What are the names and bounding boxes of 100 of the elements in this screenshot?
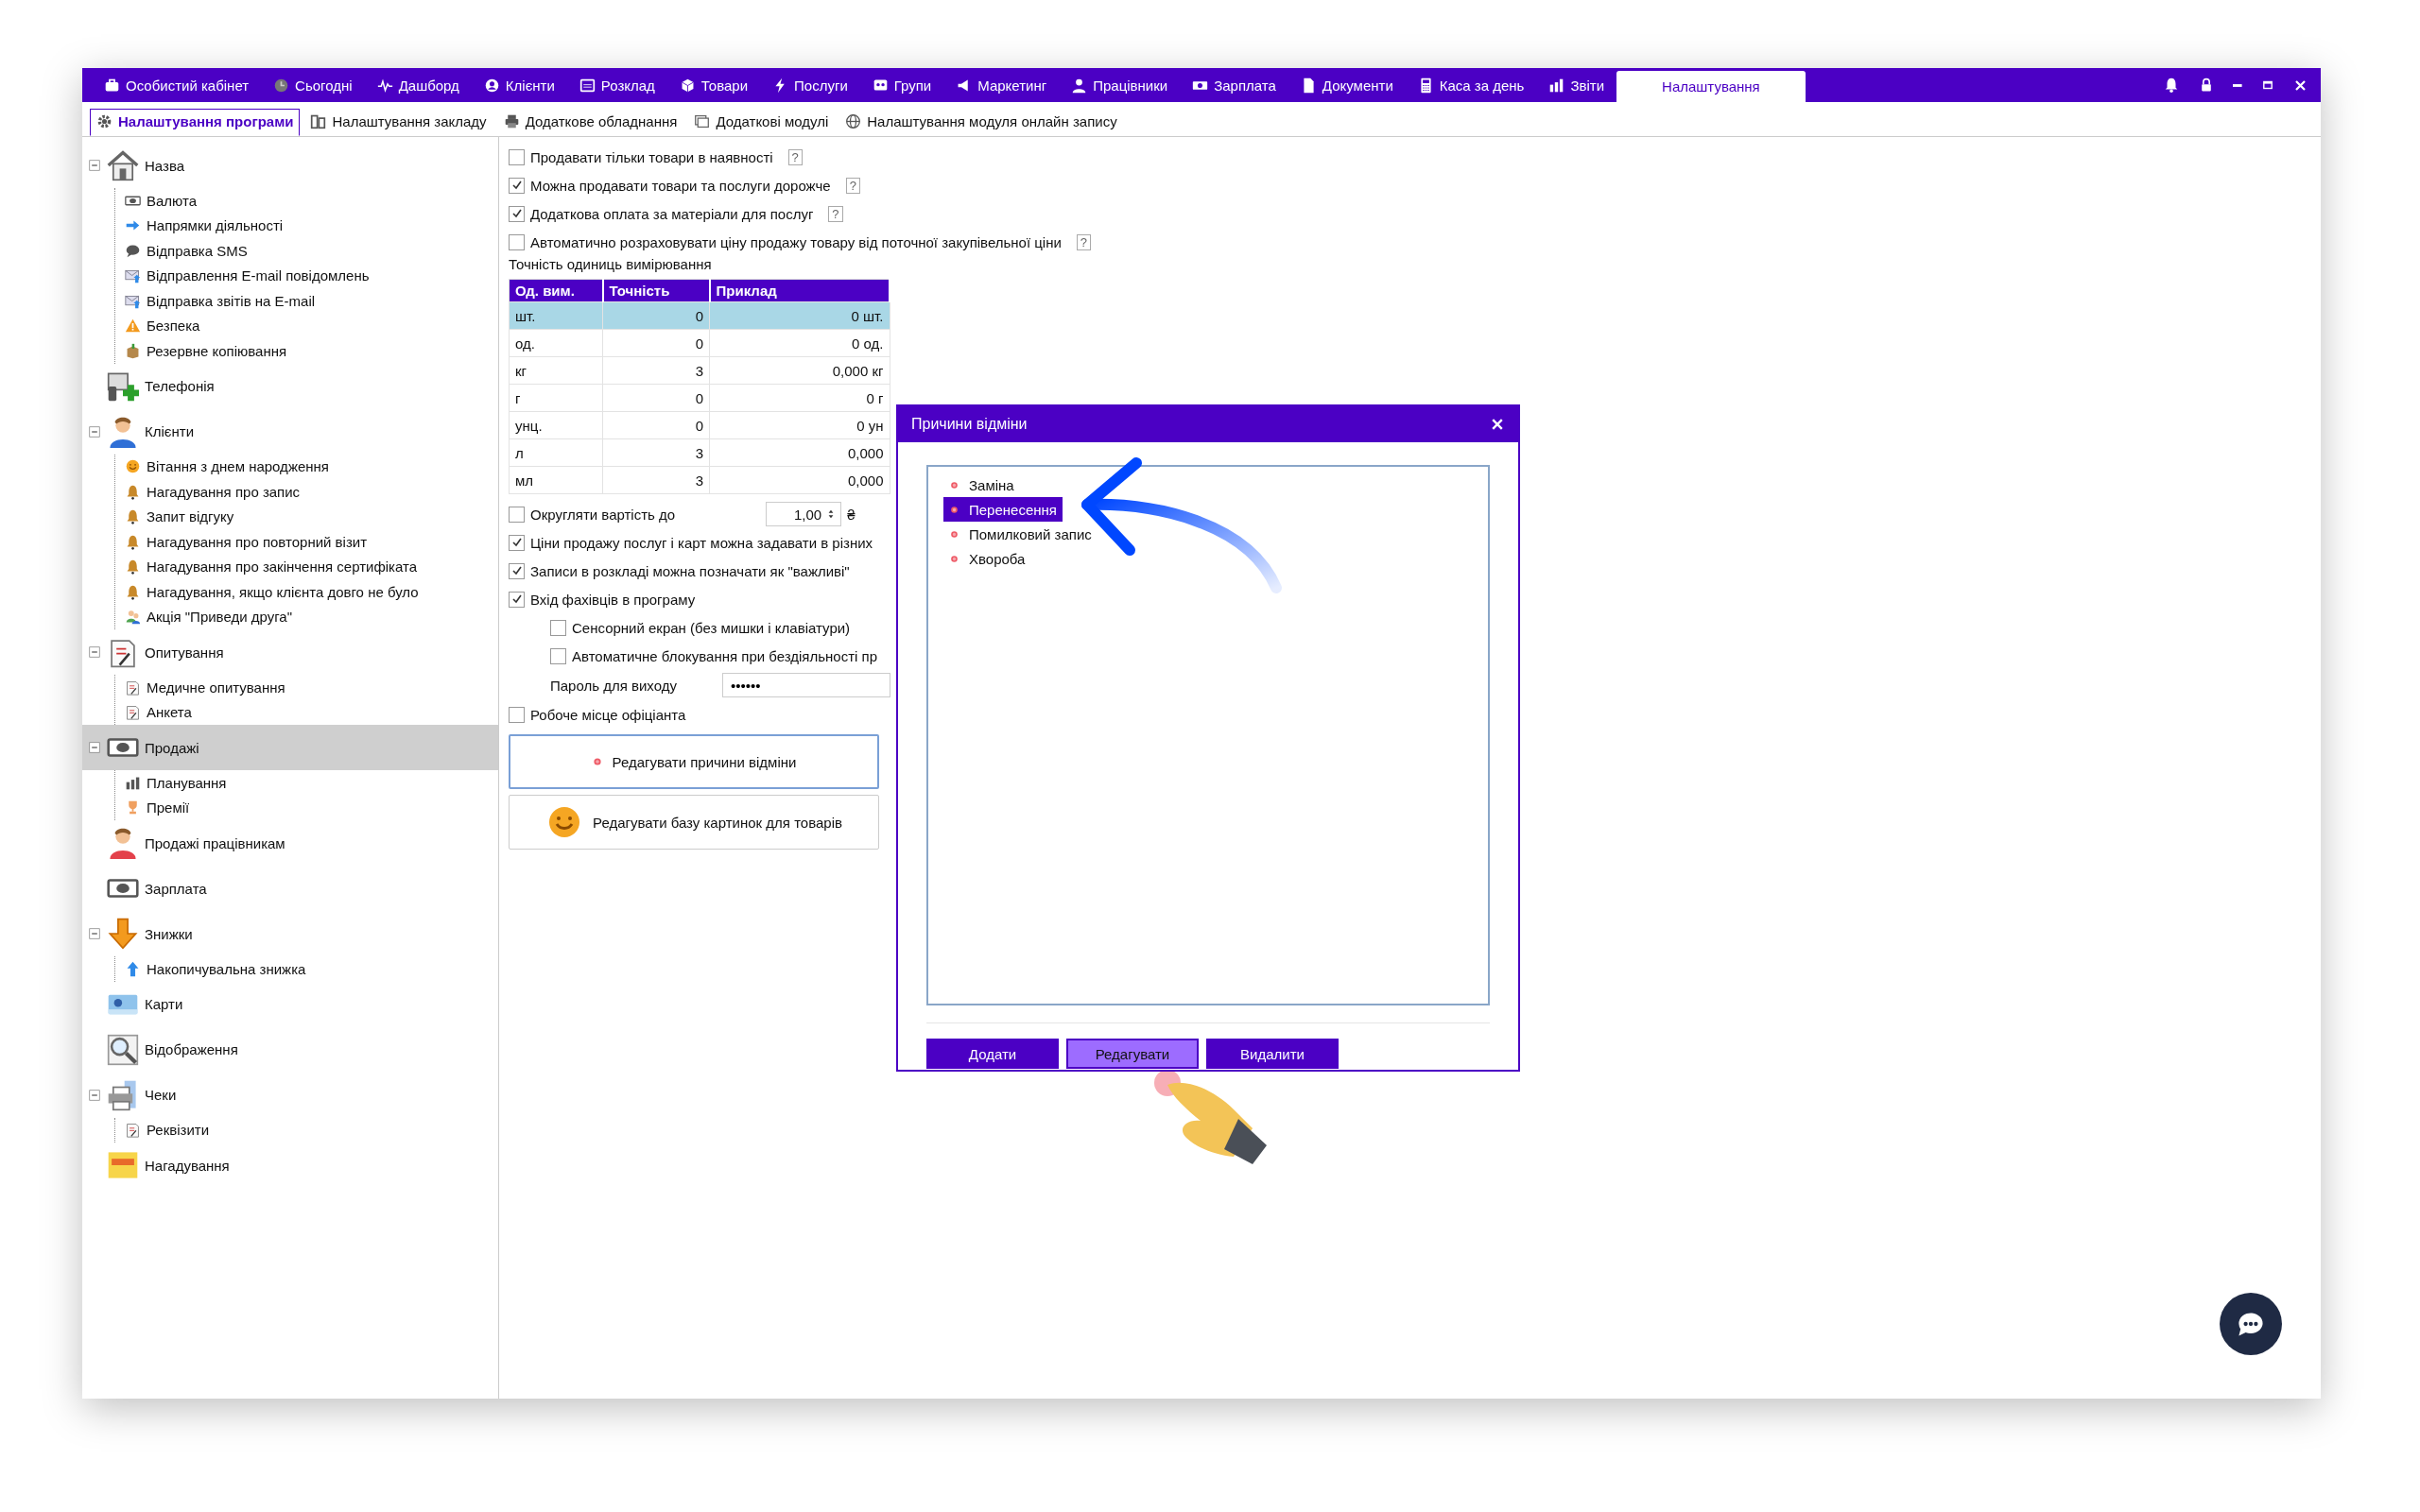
tree-item[interactable]: Відправка SMS (115, 238, 498, 264)
tree-item[interactable]: Продажі працівникам (82, 820, 498, 866)
tree-item[interactable]: Опитування (82, 629, 498, 675)
menu-tab[interactable]: Зарплата (1180, 68, 1288, 102)
bullet-icon (949, 553, 959, 564)
tree-item[interactable]: Нагадування про запис (115, 479, 498, 505)
password-field[interactable]: •••••• (721, 673, 890, 697)
tree-item[interactable]: Нагадування, якщо клієнта довго не було (115, 579, 498, 605)
smiley-icon (125, 458, 141, 475)
menu-tab[interactable]: Працівники (1059, 68, 1181, 102)
tree-item[interactable]: Нагадування (82, 1143, 498, 1188)
option-label: Округляти вартість до (530, 506, 676, 523)
checkbox[interactable] (509, 177, 525, 194)
option-label: Записи в розкладі можна позначати як "важливі" (530, 562, 850, 579)
settings-tab[interactable]: Налаштування закладу (303, 109, 493, 136)
tree-item[interactable]: Відправлення E-mail повідомлень (115, 263, 498, 288)
menu-tab[interactable]: Документи (1288, 68, 1406, 102)
menu-tab[interactable]: Налаштування (1616, 71, 1806, 102)
minus-box-icon (88, 159, 101, 172)
list-item[interactable]: Заміна (943, 472, 1020, 497)
checkbox[interactable] (509, 534, 525, 551)
checkbox[interactable] (550, 619, 566, 636)
help-icon[interactable]: ? (828, 205, 843, 222)
minimize-button[interactable] (2233, 83, 2242, 87)
checkbox[interactable] (509, 562, 525, 579)
tree-item[interactable]: Запит відгуку (115, 504, 498, 529)
menu-tab[interactable]: Групи (859, 68, 944, 102)
tree-item[interactable]: Медичне опитування (115, 675, 498, 700)
list-item[interactable]: Хвороба (943, 546, 1031, 571)
tree-item[interactable]: Напрямки діяльності (115, 213, 498, 238)
action-button[interactable]: Редагувати базу картинок для товарів (509, 795, 879, 850)
checkbox[interactable] (509, 233, 525, 250)
table-cell: 0 (602, 411, 710, 439)
menu-tab[interactable]: Товари (666, 68, 761, 102)
dialog-button[interactable]: Видалити (1206, 1039, 1339, 1069)
tree-item[interactable]: Продажі (82, 725, 498, 770)
clipboard-icon (125, 679, 141, 696)
settings-tab[interactable]: Додаткові модулі (687, 109, 836, 136)
tree-item[interactable]: Накопичувальна знижка (115, 956, 498, 982)
tree-item[interactable]: Реквізити (115, 1117, 498, 1143)
tree-item[interactable]: Безпека (115, 313, 498, 338)
bullet-icon (949, 479, 959, 490)
tree-item[interactable]: Чеки (82, 1072, 498, 1118)
tree-item[interactable]: Зарплата (82, 866, 498, 911)
tree-item[interactable]: Резервне копіювання (115, 338, 498, 364)
menu-tab[interactable]: Маркетинг (943, 68, 1060, 102)
dialog-button[interactable]: Редагувати (1066, 1039, 1199, 1069)
menu-tab[interactable]: Звіти (1536, 68, 1617, 102)
tree-item[interactable]: Премії (115, 795, 498, 820)
tree-item[interactable]: Відображення (82, 1026, 498, 1073)
dialog-button[interactable]: Додати (926, 1039, 1059, 1069)
checkbox[interactable] (509, 591, 525, 608)
menu-tab[interactable]: Послуги (760, 68, 860, 102)
help-icon[interactable]: ? (845, 177, 860, 194)
menu-tab[interactable]: Особистий кабінет (92, 68, 262, 102)
menu-tab[interactable]: Клієнти (471, 68, 567, 102)
settings-tab[interactable]: Налаштування програми (90, 109, 301, 136)
building-icon (310, 113, 327, 129)
checkbox[interactable] (509, 706, 525, 723)
tree-item[interactable]: Вітання з днем народження (115, 454, 498, 479)
settings-tab[interactable]: Налаштування модуля онлайн запису (838, 109, 1124, 136)
table-cell: 0 од. (709, 329, 890, 357)
tree-item[interactable]: Анкета (115, 699, 498, 725)
menu-tab[interactable]: Каса за день (1405, 68, 1537, 102)
calendar-icon (579, 77, 596, 94)
tree-item[interactable]: Карти (82, 981, 498, 1027)
tree-item[interactable]: Акція "Приведи друга" (115, 604, 498, 629)
tree-item[interactable]: Нагадування про закінчення сертифіката (115, 554, 498, 579)
checkbox[interactable] (509, 205, 525, 222)
parcel-icon (125, 342, 141, 359)
menu-tab[interactable]: Дашборд (364, 68, 472, 102)
menu-tab[interactable]: Розклад (566, 68, 667, 102)
tree-item[interactable]: Планування (115, 770, 498, 796)
help-icon[interactable]: ? (787, 148, 803, 165)
arrow-down-icon (107, 918, 139, 950)
list-item[interactable]: Перенесення (943, 497, 1063, 522)
list-item[interactable]: Помилковий запис (943, 522, 1098, 546)
close-button[interactable] (1490, 417, 1505, 432)
checkbox[interactable] (550, 647, 566, 664)
settings-tab[interactable]: Додаткове обладнання (496, 109, 684, 136)
tree-item[interactable]: Відправка звітів на E-mail (115, 288, 498, 314)
user-circle-icon (483, 77, 500, 94)
menu-tab[interactable]: Сьогодні (261, 68, 365, 102)
tree-item[interactable]: Назва (82, 143, 498, 188)
help-icon[interactable]: ? (1076, 233, 1092, 250)
tree-item[interactable]: Телефонія (82, 363, 498, 409)
close-button[interactable] (2293, 77, 2308, 93)
warning-icon (125, 318, 141, 335)
tree-item[interactable]: Валюта (115, 188, 498, 214)
table-cell: 3 (602, 356, 710, 385)
checkbox[interactable] (509, 148, 525, 165)
tree-item[interactable]: Нагадування про повторний візит (115, 529, 498, 555)
tree-item[interactable]: Знижки (82, 911, 498, 956)
action-button[interactable]: Редагувати причини відміни (509, 734, 879, 789)
tree-item[interactable]: Клієнти (82, 408, 498, 455)
number-field[interactable]: 1,00 (766, 502, 842, 526)
table-cell: 0 шт. (709, 301, 890, 330)
checkbox[interactable] (509, 506, 525, 523)
maximize-button[interactable] (2261, 78, 2274, 92)
column-header: Точність (602, 279, 710, 302)
